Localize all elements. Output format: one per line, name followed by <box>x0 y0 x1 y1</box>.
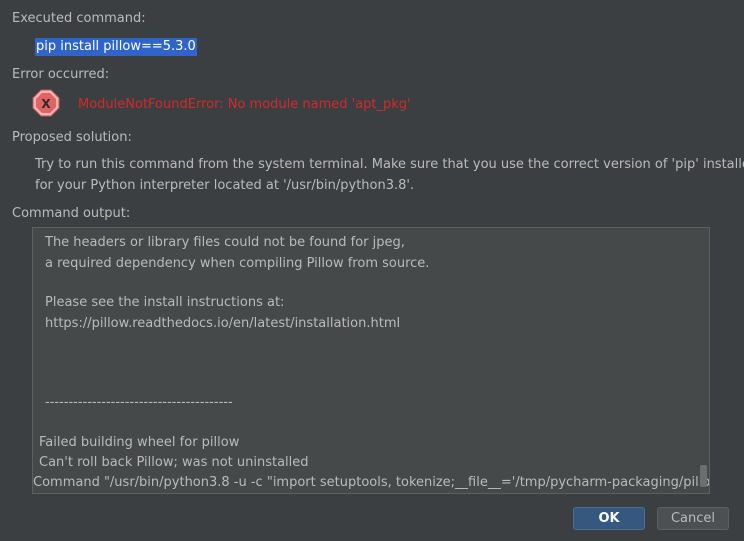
command-output-label: Command output: <box>12 206 131 221</box>
output-line: Command "/usr/bin/python3.8 -u -c "impor… <box>33 475 709 490</box>
output-line: ---------------------------------------- <box>45 395 233 410</box>
error-x-icon: X <box>32 89 60 117</box>
output-scrollbar-thumb[interactable] <box>700 465 707 487</box>
output-line: https://pillow.readthedocs.io/en/latest/… <box>45 316 401 331</box>
output-line: Failed building wheel for pillow <box>39 435 240 450</box>
cancel-button[interactable]: Cancel <box>657 507 729 530</box>
output-line: Please see the install instructions at: <box>45 295 285 310</box>
executed-command-text[interactable]: pip install pillow==5.3.0 <box>35 38 197 56</box>
output-line: The headers or library files could not b… <box>45 235 405 250</box>
proposed-solution-text: Try to run this command from the system … <box>35 155 744 196</box>
solution-line: for your Python interpreter located at '… <box>35 177 415 193</box>
command-output-area[interactable]: The headers or library files could not b… <box>32 227 710 494</box>
error-occurred-label: Error occurred: <box>12 67 110 82</box>
output-line: a required dependency when compiling Pil… <box>45 256 430 271</box>
solution-line: Try to run this command from the system … <box>35 157 744 172</box>
executed-command-label: Executed command: <box>12 11 146 26</box>
ok-button[interactable]: OK <box>573 507 645 530</box>
error-dialog: Executed command: pip install pillow==5.… <box>0 0 744 541</box>
proposed-solution-label: Proposed solution: <box>12 130 132 145</box>
error-message: ModuleNotFoundError: No module named 'ap… <box>78 97 411 112</box>
output-line: Can't roll back Pillow; was not uninstal… <box>39 455 309 470</box>
svg-text:X: X <box>41 97 51 111</box>
